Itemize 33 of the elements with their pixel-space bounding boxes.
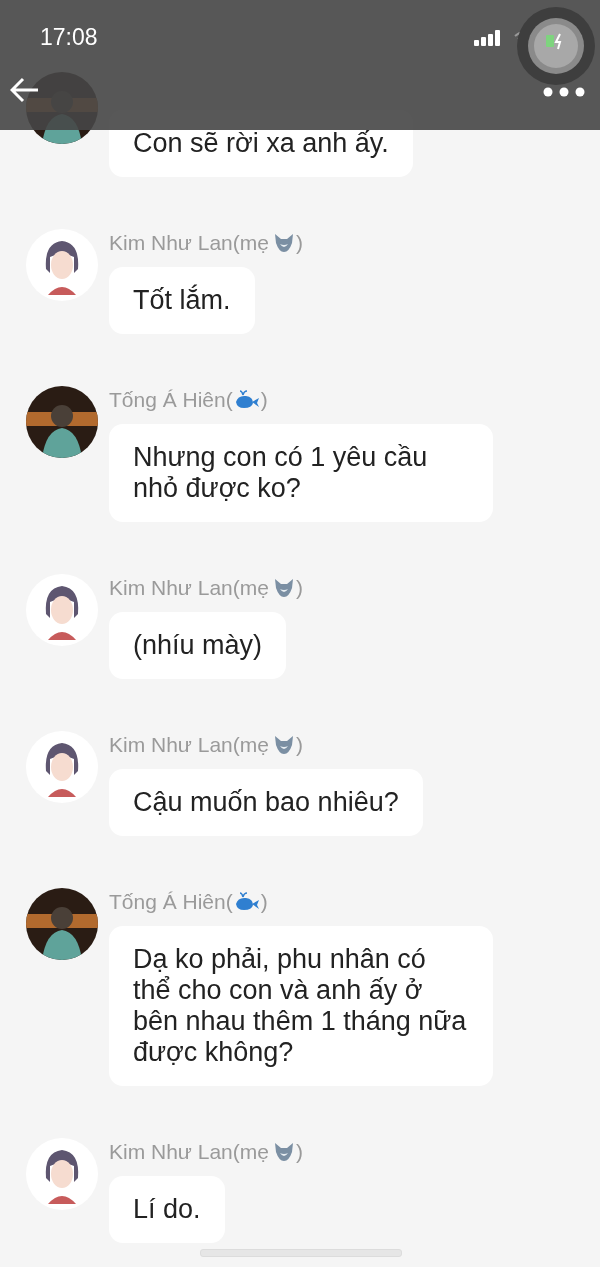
- wolf-icon: [272, 578, 295, 598]
- sender-name: Kim Như Lan(mẹ: [109, 576, 269, 600]
- sender-name-end: ): [260, 890, 268, 914]
- sender-name-end: ): [295, 231, 303, 255]
- more-options-icon[interactable]: [543, 87, 585, 97]
- sender-name-end: ): [260, 388, 268, 412]
- whale-icon: [233, 390, 260, 410]
- message-bubble: (nhíu mày): [109, 612, 287, 679]
- wolf-icon: [272, 233, 295, 253]
- wolf-icon: [272, 735, 295, 755]
- message-bubble: Tốt lắm.: [109, 267, 255, 334]
- signal-icon: [474, 30, 502, 46]
- assistive-touch-button[interactable]: [516, 6, 596, 86]
- sender-name: Tống Á Hiên(: [109, 388, 233, 412]
- message-bubble: Lí do.: [109, 1176, 225, 1243]
- sender-name-end: ): [295, 1140, 303, 1164]
- avatar: [26, 229, 98, 301]
- sender-name: Kim Như Lan(mẹ: [109, 733, 269, 757]
- sender-name: Tống Á Hiên(: [109, 890, 233, 914]
- message-bubble: Nhưng con có 1 yêu cầu nhỏ được ko?: [109, 424, 493, 522]
- status-time: 17:08: [40, 24, 98, 51]
- avatar: [26, 574, 98, 646]
- sender-name: Kim Như Lan(mẹ: [109, 231, 269, 255]
- sender-name-end: ): [295, 733, 303, 757]
- message-bubble: Cậu muốn bao nhiêu?: [109, 769, 423, 836]
- whale-icon: [233, 892, 260, 912]
- message-bubble: Dạ ko phải, phu nhân có thể cho con và anh ấy ở bên nhau thêm 1 tháng nữa được không?: [109, 926, 493, 1086]
- back-arrow-icon[interactable]: [10, 77, 40, 103]
- sender-name: Kim Như Lan(mẹ: [109, 1140, 269, 1164]
- wolf-icon: [272, 1142, 295, 1162]
- avatar: [26, 1138, 98, 1210]
- sender-name-end: ): [295, 576, 303, 600]
- avatar: [26, 731, 98, 803]
